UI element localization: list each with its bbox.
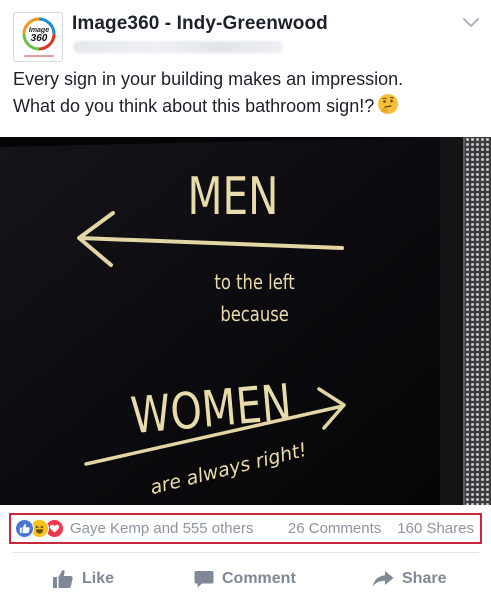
post-actions: Like Comment Share <box>0 558 491 600</box>
sign-text-because: because <box>220 304 289 327</box>
post-text-line-2-text: What do you think about this bathroom si… <box>13 96 375 116</box>
share-button[interactable]: Share <box>372 558 446 600</box>
thinking-face-icon <box>377 93 399 123</box>
page-name-link[interactable]: Image360 - Indy-Greenwood <box>72 13 328 35</box>
post-header: Image 360 Image360 - Indy-Greenwood <box>0 0 491 62</box>
post-message: Every sign in your building makes an imp… <box>13 66 483 123</box>
post-timestamp-blurred <box>73 41 283 53</box>
reactions-summary-bar: Gaye Kemp and 555 others 26 Comments 160… <box>9 513 482 544</box>
sign-text-men: MEN <box>188 166 279 226</box>
image360-logo: Image 360 <box>22 17 56 57</box>
comment-bubble-icon <box>194 571 214 588</box>
like-label: Like <box>82 570 115 587</box>
share-label: Share <box>402 570 447 587</box>
post-menu-chevron-icon[interactable] <box>460 14 482 32</box>
reaction-icons[interactable] <box>15 519 64 538</box>
post-photo[interactable]: MEN to the left because WOMEN are always… <box>0 137 491 505</box>
page-avatar[interactable]: Image 360 <box>13 12 63 62</box>
like-button[interactable]: Like <box>52 558 114 600</box>
comment-label: Comment <box>222 570 296 587</box>
comment-button[interactable]: Comment <box>194 558 296 600</box>
comments-count-link[interactable]: 26 Comments <box>288 520 381 537</box>
sign-text-left: to the left <box>214 272 294 295</box>
actions-divider <box>12 552 479 553</box>
svg-text:360: 360 <box>31 33 48 44</box>
bathroom-sign-image: MEN to the left because WOMEN are always… <box>0 137 491 505</box>
reactors-link[interactable]: Gaye Kemp and 555 others <box>70 520 253 537</box>
shares-count-link[interactable]: 160 Shares <box>397 520 474 537</box>
thumbs-up-icon <box>53 570 73 588</box>
post-text-line-2: What do you think about this bathroom si… <box>13 93 483 123</box>
like-reaction-icon <box>15 519 34 538</box>
share-arrow-icon <box>372 571 394 587</box>
post-text-line-1: Every sign in your building makes an imp… <box>13 69 404 89</box>
